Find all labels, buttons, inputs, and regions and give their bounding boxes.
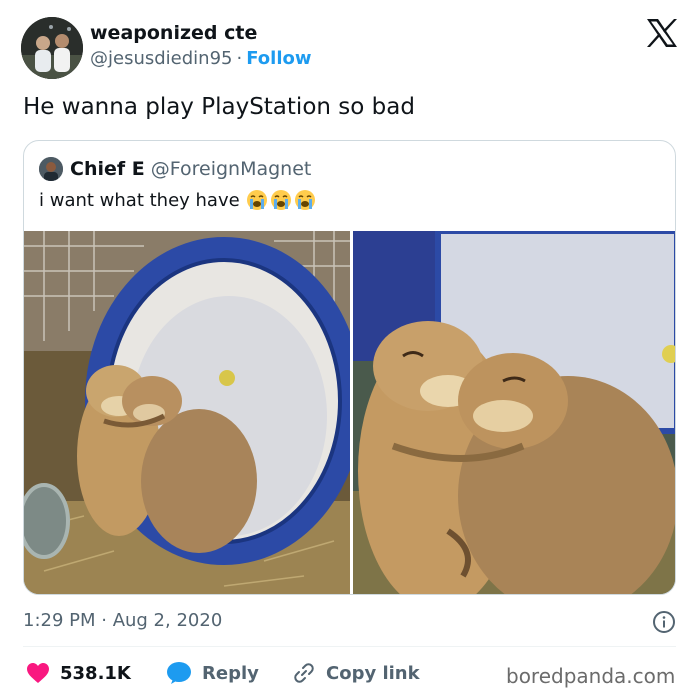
heart-icon	[27, 663, 49, 683]
emoji-group	[246, 189, 316, 211]
quote-photo-left[interactable]	[24, 231, 350, 594]
quote-photo-right[interactable]	[353, 231, 675, 594]
copy-link-label: Copy link	[326, 662, 420, 684]
watermark: boredpanda.com	[506, 664, 676, 688]
author-name[interactable]: weaponized cte	[90, 22, 257, 44]
quote-author-name[interactable]: Chief E	[70, 158, 145, 180]
reply-button[interactable]: Reply	[166, 660, 259, 686]
divider	[23, 646, 676, 647]
copy-link-button[interactable]: Copy link	[292, 660, 420, 686]
follow-link[interactable]: Follow	[246, 48, 311, 69]
x-logo-icon[interactable]	[645, 18, 679, 48]
loudly-crying-face-icon	[246, 190, 267, 210]
quote-text-row: i want what they have	[39, 189, 316, 211]
reply-label: Reply	[202, 662, 259, 684]
tweet-text: He wanna play PlayStation so bad	[23, 94, 415, 120]
separator-dot: ·	[236, 48, 243, 69]
like-count: 538.1K	[60, 662, 131, 684]
tweet-timestamp[interactable]: 1:29 PM · Aug 2, 2020	[23, 610, 222, 631]
tweet-card: weaponized cte @jesusdiedin95 · Follow He …	[0, 0, 700, 700]
author-handle[interactable]: @jesusdiedin95	[90, 48, 232, 69]
quote-text: i want what they have	[39, 189, 240, 211]
loudly-crying-face-icon	[270, 190, 291, 210]
author-meta: @jesusdiedin95 · Follow	[90, 48, 312, 69]
loudly-crying-face-icon	[294, 190, 315, 210]
quoted-tweet[interactable]: Chief E @ForeignMagnet i want what they h…	[23, 140, 676, 595]
like-button[interactable]: 538.1K	[26, 660, 131, 686]
author-avatar[interactable]	[21, 17, 83, 79]
quote-author-line: Chief E @ForeignMagnet	[70, 158, 311, 180]
link-icon	[294, 663, 314, 683]
speech-bubble-icon	[167, 662, 191, 684]
quote-author-handle[interactable]: @ForeignMagnet	[151, 158, 312, 180]
quote-author-avatar[interactable]	[39, 157, 63, 181]
info-icon[interactable]	[652, 610, 676, 634]
